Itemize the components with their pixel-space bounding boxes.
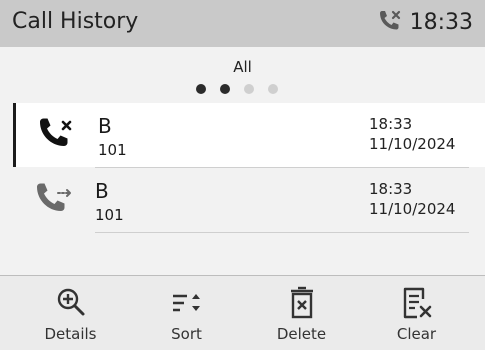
details-button[interactable]: Details	[10, 276, 131, 350]
call-date: 11/10/2024	[369, 135, 456, 153]
page-dot	[268, 84, 278, 94]
call-time: 18:33	[369, 180, 413, 198]
sort-button[interactable]: Sort	[126, 276, 247, 350]
caller-name: B	[95, 179, 109, 203]
caller-number: 101	[95, 206, 124, 224]
clear-button[interactable]: Clear	[356, 276, 477, 350]
title-bar: Call History 18:33	[0, 0, 485, 47]
missed-call-icon	[379, 10, 400, 30]
row-divider	[95, 232, 469, 233]
call-history-screen: Call History 18:33 All B 101 18:33 11/10…	[0, 0, 485, 350]
delete-label: Delete	[276, 325, 327, 343]
call-list-item[interactable]: B 101 18:33 11/10/2024	[16, 168, 485, 232]
clear-list-icon	[403, 287, 432, 319]
page-dot	[244, 84, 254, 94]
forwarded-call-icon	[37, 183, 71, 211]
page-dot	[220, 84, 230, 94]
sort-icon	[173, 294, 200, 312]
page-indicator	[196, 84, 278, 94]
caller-number: 101	[98, 141, 127, 159]
call-list-item[interactable]: B 101 18:33 11/10/2024	[13, 103, 485, 167]
status-area: 18:33	[376, 8, 473, 36]
page-dot	[196, 84, 206, 94]
clock: 18:33	[409, 9, 473, 35]
sort-label: Sort	[171, 325, 202, 343]
clear-label: Clear	[396, 325, 437, 343]
zoom-in-icon	[57, 288, 85, 316]
call-date: 11/10/2024	[369, 200, 456, 218]
missed-call-icon	[40, 118, 72, 146]
trash-icon	[291, 286, 313, 319]
caller-name: B	[98, 114, 112, 138]
delete-button[interactable]: Delete	[241, 276, 362, 350]
call-time: 18:33	[369, 115, 413, 133]
page-title: Call History	[12, 9, 139, 34]
softkey-bar: Details Sort Delete Clear	[0, 275, 485, 350]
details-label: Details	[44, 325, 97, 343]
filter-label[interactable]: All	[0, 58, 485, 76]
